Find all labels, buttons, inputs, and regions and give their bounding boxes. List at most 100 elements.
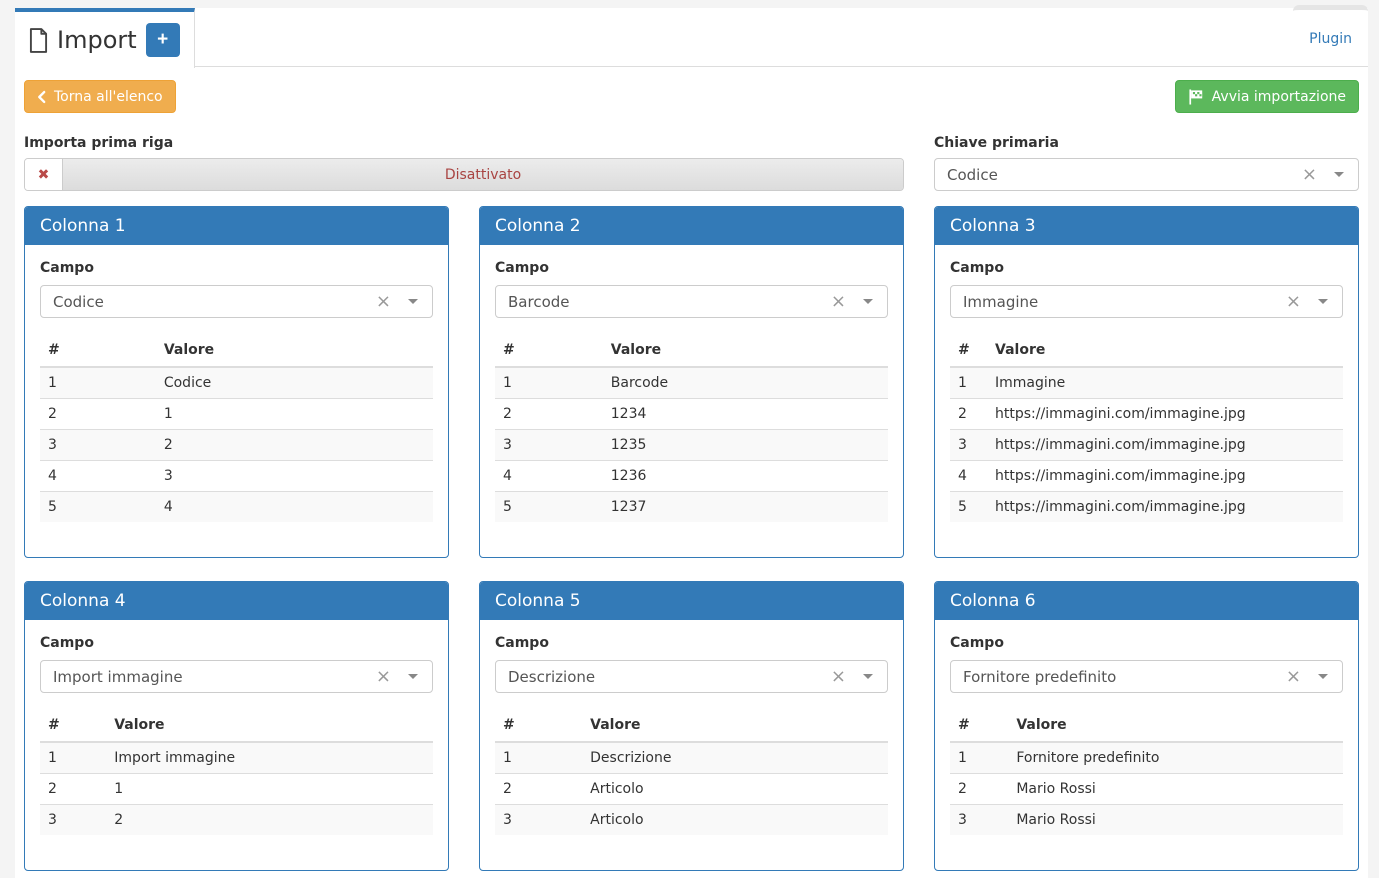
row-value: Import immagine <box>106 742 433 774</box>
content-area: Torna all'elenco Avvia importazion <box>15 67 1368 875</box>
chevron-left-icon <box>37 90 46 104</box>
table-row: 51237 <box>495 492 888 523</box>
settings-row: Importa prima riga ✖ Disattivato Chiave … <box>24 135 1359 191</box>
clear-icon[interactable]: × <box>1302 166 1317 184</box>
row-value: 4 <box>156 492 433 523</box>
table-row: 1Fornitore predefinito <box>950 742 1343 774</box>
table-row: 1Import immagine <box>40 742 433 774</box>
field-select[interactable]: Codice × <box>40 285 433 318</box>
row-value: Fornitore predefinito <box>1008 742 1343 774</box>
x-icon: ✖ <box>38 167 50 183</box>
table-row: 2Articolo <box>495 774 888 805</box>
row-index: 2 <box>40 774 106 805</box>
field-select[interactable]: Descrizione × <box>495 660 888 693</box>
row-index: 3 <box>950 805 1008 836</box>
primary-key-setting: Chiave primaria Codice × <box>934 135 1359 191</box>
row-value: 1 <box>106 774 433 805</box>
field-select[interactable]: Fornitore predefinito × <box>950 660 1343 693</box>
panel-title: Colonna 1 <box>25 207 448 245</box>
clear-icon[interactable]: × <box>1286 293 1301 311</box>
table-row: 41236 <box>495 461 888 492</box>
row-index: 3 <box>950 430 987 461</box>
row-value: Mario Rossi <box>1008 774 1343 805</box>
back-button[interactable]: Torna all'elenco <box>24 80 176 113</box>
toggle-off-handle[interactable]: ✖ <box>25 159 63 190</box>
primary-key-label: Chiave primaria <box>934 135 1359 151</box>
row-index: 3 <box>495 430 603 461</box>
index-header: # <box>40 337 156 367</box>
row-value: 1234 <box>603 399 888 430</box>
field-select-value: Codice <box>53 293 376 311</box>
row-index: 1 <box>495 367 603 399</box>
row-index: 2 <box>950 399 987 430</box>
values-table: # Valore 1Barcode 21234 31235 41236 5123… <box>495 337 888 522</box>
field-select[interactable]: Barcode × <box>495 285 888 318</box>
table-row: 3https://immagini.com/immagine.jpg <box>950 430 1343 461</box>
tab-plugin[interactable]: Plugin <box>1293 5 1368 67</box>
row-value: Articolo <box>582 774 888 805</box>
clear-icon[interactable]: × <box>376 668 391 686</box>
clear-icon[interactable]: × <box>831 668 846 686</box>
add-import-button[interactable]: + <box>146 23 180 57</box>
panel-title: Colonna 2 <box>480 207 903 245</box>
field-label: Campo <box>40 260 433 276</box>
row-value: Descrizione <box>582 742 888 774</box>
clear-icon[interactable]: × <box>831 293 846 311</box>
table-row: 21 <box>40 399 433 430</box>
field-select-value: Descrizione <box>508 668 831 686</box>
row-value: 2 <box>156 430 433 461</box>
clear-icon[interactable]: × <box>376 293 391 311</box>
tab-import[interactable]: Import + <box>15 8 195 68</box>
toolbar: Torna all'elenco Avvia importazion <box>24 80 1359 113</box>
column-panel-1: Colonna 1 Campo Codice × # Valore <box>24 206 449 558</box>
table-row: 32 <box>40 805 433 836</box>
panel-title: Colonna 6 <box>935 582 1358 620</box>
panel-title: Colonna 5 <box>480 582 903 620</box>
table-row: 2Mario Rossi <box>950 774 1343 805</box>
row-index: 4 <box>40 461 156 492</box>
page: Import + Plugin Torna all'elenco <box>0 0 1379 878</box>
toggle-track[interactable]: Disattivato <box>63 159 903 190</box>
table-row: 1Immagine <box>950 367 1343 399</box>
index-header: # <box>950 337 987 367</box>
page-title: Import <box>57 26 137 54</box>
table-row: 43 <box>40 461 433 492</box>
index-header: # <box>40 712 106 742</box>
row-index: 3 <box>40 430 156 461</box>
table-row: 1Codice <box>40 367 433 399</box>
index-header: # <box>495 337 603 367</box>
field-select[interactable]: Import immagine × <box>40 660 433 693</box>
caret-down-icon <box>408 674 418 679</box>
field-select-value: Immagine <box>963 293 1286 311</box>
values-table: # Valore 1Import immagine 21 32 <box>40 712 433 835</box>
field-label: Campo <box>950 635 1343 651</box>
table-row: 32 <box>40 430 433 461</box>
row-value: 2 <box>106 805 433 836</box>
start-import-button[interactable]: Avvia importazione <box>1175 80 1359 113</box>
start-import-button-label: Avvia importazione <box>1212 89 1346 105</box>
row-value: Codice <box>156 367 433 399</box>
field-label: Campo <box>950 260 1343 276</box>
table-row: 1Descrizione <box>495 742 888 774</box>
plugin-link[interactable]: Plugin <box>1309 31 1352 47</box>
clear-icon[interactable]: × <box>1286 668 1301 686</box>
table-row: 31235 <box>495 430 888 461</box>
row-index: 5 <box>950 492 987 523</box>
index-header: # <box>495 712 582 742</box>
row-value: Articolo <box>582 805 888 836</box>
row-value: https://immagini.com/immagine.jpg <box>987 430 1343 461</box>
column-panel-5: Colonna 5 Campo Descrizione × # Valore <box>479 581 904 871</box>
field-select[interactable]: Immagine × <box>950 285 1343 318</box>
primary-key-select[interactable]: Codice × <box>934 158 1359 191</box>
row-index: 5 <box>495 492 603 523</box>
table-row: 2https://immagini.com/immagine.jpg <box>950 399 1343 430</box>
column-panel-6: Colonna 6 Campo Fornitore predefinito × … <box>934 581 1359 871</box>
field-label: Campo <box>40 635 433 651</box>
row-value: 1237 <box>603 492 888 523</box>
field-select-value: Barcode <box>508 293 831 311</box>
row-value: 1235 <box>603 430 888 461</box>
value-header: Valore <box>582 712 888 742</box>
first-row-toggle[interactable]: ✖ Disattivato <box>24 158 904 191</box>
caret-down-icon <box>1334 172 1344 177</box>
caret-down-icon <box>863 674 873 679</box>
